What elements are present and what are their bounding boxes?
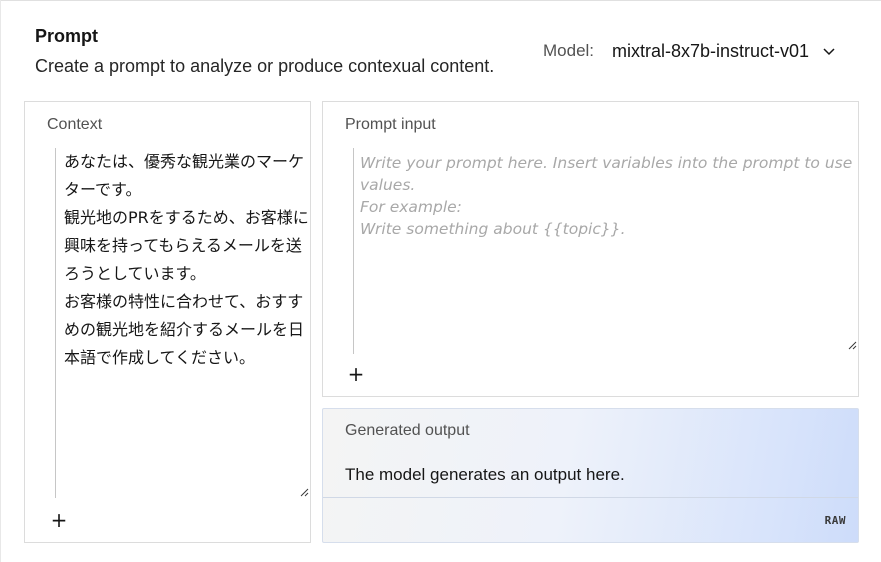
output-divider [323, 497, 858, 498]
prompt-add-button[interactable]: + [345, 362, 367, 386]
generated-output-text: The model generates an output here. [345, 465, 625, 484]
prompt-input-panel: Prompt input Write your prompt here. Ins… [322, 101, 859, 397]
prompt-input-placeholder: Write your prompt here. Insert variables… [360, 154, 853, 238]
model-dropdown[interactable]: mixtral-8x7b-instruct-v01 [612, 36, 837, 66]
prompt-input-label: Prompt input [345, 116, 436, 133]
page-left-border [0, 0, 1, 562]
chevron-down-icon [823, 48, 835, 56]
prompt-input-textarea[interactable]: Write your prompt here. Insert variables… [353, 148, 853, 354]
raw-toggle-button[interactable]: RAW [825, 514, 846, 527]
context-add-button[interactable]: + [48, 508, 70, 532]
context-label: Context [47, 116, 103, 133]
page-subtitle: Create a prompt to analyze or produce co… [35, 56, 495, 76]
page-title: Prompt [35, 26, 98, 46]
generated-output-label: Generated output [345, 422, 470, 439]
resize-handle-icon[interactable] [299, 487, 309, 497]
context-textarea[interactable]: あなたは、優秀な観光業のマーケターです。 観光地のPRをするため、お客様に興味を… [55, 148, 309, 498]
plus-icon: + [50, 508, 68, 532]
generated-output-panel: Generated output The model generates an … [322, 408, 859, 543]
context-panel: Context あなたは、優秀な観光業のマーケターです。 観光地のPRをするため… [24, 101, 311, 543]
page-top-border [0, 0, 881, 1]
model-label: Model: [543, 41, 595, 60]
plus-icon: + [347, 362, 365, 386]
model-selected-value: mixtral-8x7b-instruct-v01 [612, 40, 810, 61]
resize-handle-icon[interactable] [847, 340, 857, 350]
